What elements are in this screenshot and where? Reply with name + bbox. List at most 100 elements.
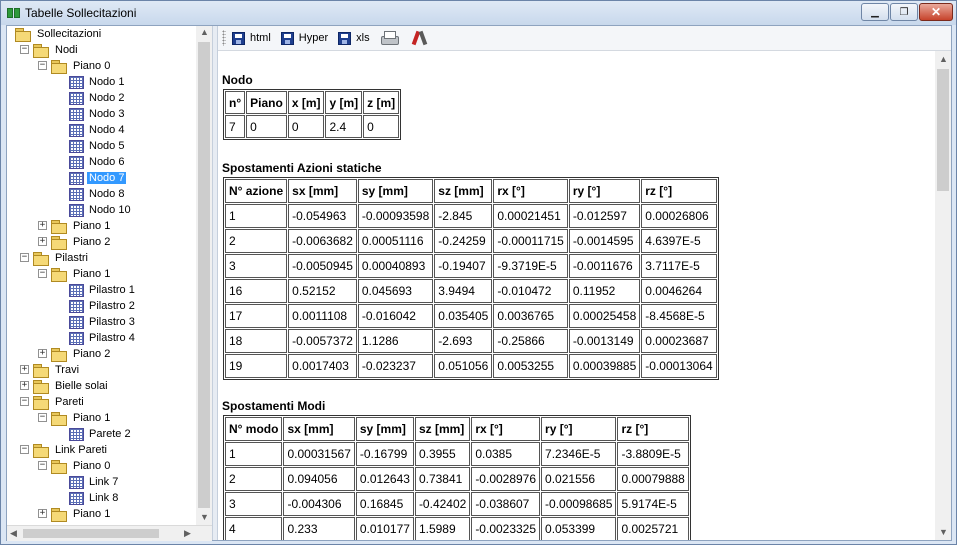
scroll-up-icon[interactable]: ▲ [200, 27, 209, 37]
scroll-left-icon[interactable]: ◀ [10, 528, 17, 539]
tree-scroll-thumb[interactable] [198, 42, 210, 508]
export-html-label: html [250, 32, 271, 44]
tree-item[interactable]: Nodo 1 [69, 74, 126, 90]
collapse-icon[interactable]: − [38, 461, 47, 470]
expand-icon[interactable]: + [38, 237, 47, 246]
table-row: 2 0.094056 0.012643 0.73841 -0.0028976 0.0215… [225, 467, 689, 491]
maximize-button[interactable]: ❐ [890, 3, 918, 21]
tree-item-label: Pilastro 4 [89, 332, 135, 344]
tree-item[interactable]: + Piano 1 [38, 506, 112, 522]
table-cell: 0.0025721 [617, 517, 689, 540]
scroll-right-icon[interactable]: ▶ [184, 528, 191, 539]
tools-icon [412, 30, 428, 46]
table-cell: 0.00040893 [357, 254, 434, 278]
report-vertical-scrollbar[interactable]: ▲ ▼ [935, 51, 951, 540]
print-button[interactable] [380, 31, 402, 45]
title-bar[interactable]: Tabelle Sollecitazioni ▁ ❐ ✕ [1, 1, 956, 25]
table-cell: 1 [225, 204, 288, 228]
tree-item[interactable]: Nodo 5 [69, 138, 126, 154]
tree-item[interactable]: − Link Pareti [20, 442, 109, 458]
table-cell: 0.00021451 [493, 204, 568, 228]
tree-item[interactable]: − Piano 0 [38, 458, 112, 474]
collapse-icon[interactable]: − [20, 445, 29, 454]
folder-icon [33, 251, 49, 266]
expand-icon[interactable]: + [38, 349, 47, 358]
table-cell: 1.5989 [414, 517, 471, 540]
tree-item[interactable]: Nodo 8 [69, 186, 126, 202]
column-header: rz [°] [617, 417, 689, 441]
tree-item-label: Pilastro 1 [89, 284, 135, 296]
expand-icon[interactable]: + [20, 365, 29, 374]
tree-item[interactable]: + Piano 1 [38, 218, 112, 234]
table-cell: 0.0046264 [641, 279, 717, 303]
tree-item-label: Pilastri [55, 252, 89, 264]
table-cell: -0.00093598 [357, 204, 434, 228]
tree-item[interactable]: Nodo 7 [69, 170, 127, 186]
tree-item[interactable]: Link 8 [69, 490, 120, 506]
tree-item[interactable]: + Bielle solai [20, 378, 110, 394]
tree-item[interactable]: + Travi [20, 362, 81, 378]
expand-icon[interactable]: + [38, 221, 47, 230]
tree-horizontal-scrollbar[interactable]: ◀ ▶ [7, 525, 212, 541]
tree-view[interactable]: Sollecitazioni − Nodi − Piano 0 Nodo 1 Nodo 2N… [7, 26, 212, 526]
collapse-icon[interactable]: − [38, 413, 47, 422]
tree-item[interactable]: Nodo 6 [69, 154, 126, 170]
table-icon [69, 315, 84, 329]
tree-item[interactable]: Pilastro 1 [69, 282, 137, 298]
tree-item[interactable]: Nodo 3 [69, 106, 126, 122]
tree-item[interactable]: Parete 2 [69, 426, 133, 442]
tree-item[interactable]: − Pareti [20, 394, 86, 410]
expand-icon[interactable]: + [38, 509, 47, 518]
export-html-button[interactable]: html [232, 31, 271, 45]
table-icon [69, 491, 84, 505]
collapse-icon[interactable]: − [20, 397, 29, 406]
scroll-down-icon[interactable]: ▼ [939, 527, 948, 537]
tree-item[interactable]: Nodo 4 [69, 122, 126, 138]
collapse-icon[interactable]: − [20, 45, 29, 54]
scroll-down-icon[interactable]: ▼ [200, 512, 209, 522]
tree-item[interactable]: Link 7 [69, 474, 120, 490]
tree-item[interactable]: − Piano 0 [38, 58, 112, 74]
scroll-up-icon[interactable]: ▲ [939, 54, 948, 64]
tree-hscroll-thumb[interactable] [23, 529, 159, 538]
expand-icon[interactable]: + [20, 381, 29, 390]
collapse-icon[interactable]: − [38, 61, 47, 70]
column-header: ry [°] [568, 179, 641, 203]
toolbar-grip[interactable] [222, 30, 226, 46]
collapse-icon[interactable]: − [20, 253, 29, 262]
tree-item[interactable]: − Pilastri [20, 250, 90, 266]
export-hyper-button[interactable]: Hyper [280, 31, 328, 45]
tree-vertical-scrollbar[interactable]: ▲ ▼ [196, 26, 212, 525]
tree-item[interactable]: − Piano 1 [38, 266, 112, 282]
table-cell: -0.16799 [355, 442, 414, 466]
tree-item[interactable]: − Nodi [20, 42, 80, 58]
table-row: 17 0.0011108 -0.016042 0.035405 0.0036765 0.0… [225, 304, 717, 328]
tree-item[interactable]: Pilastro 4 [69, 330, 137, 346]
table-cell: 0.16845 [355, 492, 414, 516]
tree-item[interactable]: Nodo 10 [69, 202, 133, 218]
export-xls-button[interactable]: xls [338, 31, 370, 45]
report-scroll-thumb[interactable] [937, 69, 949, 191]
tree-item[interactable]: Sollecitazioni [15, 26, 103, 42]
column-header: z [m] [363, 91, 400, 114]
table-cell: 0.045693 [357, 279, 434, 303]
tree-item[interactable]: Nodo 2 [69, 90, 126, 106]
table-cell: 0.012643 [355, 467, 414, 491]
tree-item[interactable]: Pilastro 3 [69, 314, 137, 330]
minimize-icon: ▁ [871, 6, 879, 18]
minimize-button[interactable]: ▁ [861, 3, 889, 21]
save-icon [338, 31, 352, 45]
table-cell: 0.00039885 [568, 354, 641, 378]
settings-button[interactable] [412, 30, 428, 46]
table-cell: 0 [363, 115, 400, 138]
tree-item[interactable]: − Piano 1 [38, 410, 112, 426]
collapse-icon[interactable]: − [38, 269, 47, 278]
tree-item[interactable]: + Piano 2 [38, 234, 112, 250]
tree-item[interactable]: + Piano 2 [38, 346, 112, 362]
tree-item-label: Piano 2 [73, 348, 111, 360]
tree-item-label: Link Pareti [55, 444, 107, 456]
tree-item[interactable]: Pilastro 2 [69, 298, 137, 314]
table-row: 3 -0.004306 0.16845 -0.42402 -0.038607 -0.000… [225, 492, 689, 516]
column-header: sy [mm] [357, 179, 434, 203]
close-button[interactable]: ✕ [919, 3, 953, 21]
